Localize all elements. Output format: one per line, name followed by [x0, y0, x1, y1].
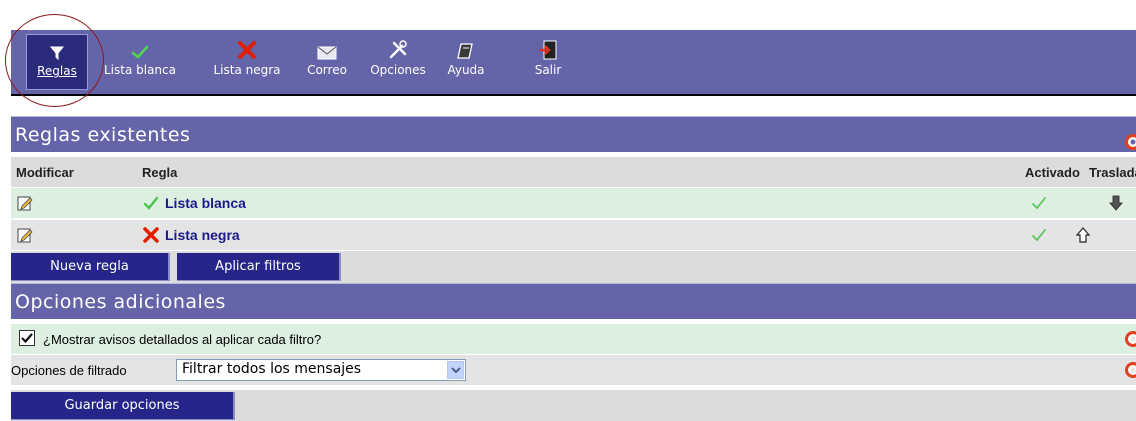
filter-icon — [50, 35, 64, 61]
toolbar-opciones-label: Opciones — [370, 63, 426, 77]
x-icon — [237, 34, 257, 60]
options-section-title: Opciones adicionales — [15, 291, 226, 313]
check-icon — [131, 34, 149, 60]
x-icon — [142, 220, 160, 250]
rule-link-lista-blanca[interactable]: Lista blanca — [165, 188, 246, 218]
new-rule-button[interactable]: Nueva regla — [11, 253, 170, 281]
col-activado: Activado — [1025, 165, 1080, 180]
rules-button-bar: Nueva regla Aplicar filtros — [11, 251, 1136, 283]
show-warnings-checkbox[interactable] — [19, 330, 35, 346]
enabled-check-icon[interactable] — [1031, 188, 1047, 218]
toolbar-salir-button[interactable]: Salir — [530, 34, 566, 90]
move-down-arrow-icon[interactable] — [1109, 188, 1123, 218]
help-book-icon — [457, 34, 475, 60]
envelope-icon — [317, 34, 337, 60]
toolbar-ayuda-label: Ayuda — [447, 63, 485, 77]
toolbar-lista-blanca-label: Lista blanca — [103, 63, 176, 77]
edit-icon[interactable] — [17, 220, 33, 250]
rule-link-lista-negra[interactable]: Lista negra — [165, 220, 240, 250]
apply-filters-button[interactable]: Aplicar filtros — [177, 253, 341, 281]
lifebuoy-help-icon[interactable] — [1125, 362, 1136, 381]
toolbar-correo-button[interactable]: Correo — [303, 34, 351, 90]
show-warnings-label: ¿Mostrar avisos detallados al aplicar ca… — [43, 332, 322, 347]
toolbar-opciones-button[interactable]: Opciones — [364, 34, 432, 90]
chevron-down-icon[interactable] — [447, 361, 464, 379]
move-up-arrow-icon[interactable] — [1076, 220, 1090, 250]
edit-icon[interactable] — [17, 188, 33, 218]
toolbar-lista-negra-button[interactable]: Lista negra — [204, 34, 290, 90]
toolbar-correo-label: Correo — [307, 63, 347, 77]
exit-icon — [539, 34, 557, 60]
col-modificar: Modificar — [16, 165, 74, 180]
check-icon — [143, 188, 159, 218]
filter-options-label: Opciones de filtrado — [11, 363, 127, 378]
col-trasladar: Trasladar — [1089, 165, 1136, 180]
toolbar-reglas-button[interactable]: Reglas — [26, 34, 88, 90]
rules-table-header: Modificar Regla Activado Trasladar — [11, 157, 1136, 187]
toolbar-reglas-label: Reglas — [37, 64, 77, 78]
toolbar-ayuda-button[interactable]: Ayuda — [442, 34, 490, 90]
save-options-button[interactable]: Guardar opciones — [11, 392, 235, 420]
main-toolbar: Reglas Lista blanca Lista negra Correo O… — [11, 30, 1136, 96]
toolbar-lista-blanca-button[interactable]: Lista blanca — [92, 34, 188, 90]
table-row: Lista negra — [11, 220, 1136, 250]
rules-section-title: Reglas existentes — [15, 124, 191, 146]
rules-section-header: Reglas existentes — [11, 116, 1136, 152]
filter-options-value: Filtrar todos los mensajes — [182, 361, 362, 377]
options-section-header: Opciones adicionales — [11, 283, 1136, 319]
tools-icon — [388, 34, 408, 60]
toolbar-salir-label: Salir — [534, 63, 562, 77]
toolbar-lista-negra-label: Lista negra — [213, 63, 281, 77]
options-button-bar: Guardar opciones — [11, 390, 1136, 421]
col-regla: Regla — [142, 165, 178, 180]
lifebuoy-help-icon[interactable] — [1125, 331, 1136, 350]
table-row: Lista blanca — [11, 188, 1136, 218]
filter-options-row: Opciones de filtrado Filtrar todos los m… — [11, 355, 1136, 385]
show-warnings-row: ¿Mostrar avisos detallados al aplicar ca… — [11, 324, 1136, 354]
enabled-check-icon[interactable] — [1031, 220, 1047, 250]
filter-options-select[interactable]: Filtrar todos los mensajes — [176, 359, 466, 381]
